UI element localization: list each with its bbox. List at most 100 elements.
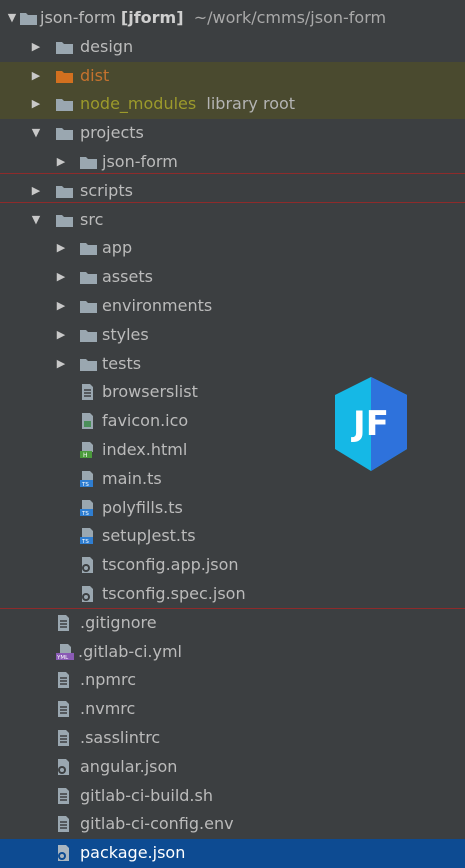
- folder-icon: [80, 156, 97, 169]
- folder-icon: [56, 98, 73, 112]
- text-file-icon: [56, 729, 71, 746]
- svg-text:TS: TS: [81, 539, 89, 544]
- item-label: angular.json: [80, 756, 178, 776]
- item-label: browserslist: [102, 382, 198, 402]
- item-label: .nvmrc: [80, 699, 136, 719]
- collapsed-arrow-icon[interactable]: ▶: [30, 90, 42, 119]
- json-config-file-icon: [56, 845, 71, 862]
- tree-item-sasslintrc[interactable]: .sasslintrc: [0, 724, 465, 753]
- expanded-arrow-icon[interactable]: ▼: [6, 4, 18, 33]
- root-label: json-form [jform] ~/work/cmms/json-form: [40, 4, 386, 33]
- typescript-file-icon: TS: [80, 528, 95, 545]
- tree-item-gitlab-ci[interactable]: YML .gitlab-ci.yml: [0, 638, 465, 667]
- item-label: main.ts: [102, 468, 162, 488]
- yaml-file-icon: YML: [56, 643, 74, 660]
- tree-item-dist[interactable]: ▶ dist: [0, 61, 465, 91]
- folder-icon: [20, 12, 37, 25]
- tree-item-angular-json[interactable]: angular.json: [0, 753, 465, 782]
- collapsed-arrow-icon[interactable]: ▶: [55, 350, 67, 379]
- tree-item-src[interactable]: ▼ src: [0, 206, 465, 235]
- item-label: .sasslintrc: [80, 727, 161, 747]
- folder-icon: [56, 185, 73, 198]
- folder-icon: [80, 242, 97, 256]
- item-label: tsconfig.spec.json: [102, 583, 246, 603]
- json-config-file-icon: [80, 557, 95, 574]
- excluded-folder-icon: [56, 70, 73, 83]
- item-label: design: [80, 36, 134, 56]
- item-label: environments: [102, 295, 213, 315]
- item-label: .npmrc: [80, 670, 136, 690]
- tree-item-environments[interactable]: ▶ environments: [0, 292, 465, 321]
- separator-line: [0, 608, 465, 609]
- image-file-icon: [80, 413, 95, 430]
- tree-item-polyfills-ts[interactable]: TS polyfills.ts: [0, 494, 465, 523]
- item-label: tsconfig.app.json: [102, 555, 239, 575]
- item-label: tests: [102, 353, 142, 373]
- tree-item-gitignore[interactable]: .gitignore: [0, 609, 465, 638]
- tree-item-ci-build[interactable]: gitlab-ci-build.sh: [0, 782, 465, 811]
- root-module: [jform]: [120, 8, 184, 27]
- item-label: app: [102, 238, 133, 258]
- collapsed-arrow-icon[interactable]: ▶: [55, 321, 67, 350]
- expanded-arrow-icon[interactable]: ▼: [30, 206, 42, 235]
- tree-item-setupjest-ts[interactable]: TS setupJest.ts: [0, 522, 465, 551]
- json-config-file-icon: [80, 585, 95, 602]
- html-file-icon: H: [80, 441, 95, 458]
- text-file-icon: [80, 384, 95, 401]
- root-path: ~/work/cmms/json-form: [193, 8, 387, 27]
- item-label: styles: [102, 324, 149, 344]
- item-label: setupJest.ts: [102, 526, 196, 546]
- folder-icon: [56, 214, 73, 227]
- item-label: .gitlab-ci.yml: [78, 641, 182, 661]
- tree-item-npmrc[interactable]: .npmrc: [0, 666, 465, 695]
- tree-item-styles[interactable]: ▶ styles: [0, 321, 465, 350]
- root-name: json-form: [40, 8, 116, 27]
- logo-text: JF: [351, 404, 389, 444]
- collapsed-arrow-icon[interactable]: ▶: [30, 62, 42, 91]
- separator-line: [0, 173, 465, 174]
- item-label: package.json: [80, 843, 186, 863]
- item-label: gitlab-ci-build.sh: [80, 785, 213, 805]
- item-label: projects: [80, 123, 144, 143]
- item-label: polyfills.ts: [102, 497, 183, 517]
- folder-icon: [80, 300, 97, 313]
- folder-icon: [80, 271, 97, 285]
- item-label: node_modules: [80, 94, 197, 114]
- svg-text:YML: YML: [56, 655, 69, 660]
- tree-item-projects[interactable]: ▼ projects: [0, 119, 465, 148]
- svg-text:TS: TS: [81, 482, 89, 487]
- folder-icon: [80, 358, 97, 371]
- item-label: src: [80, 209, 104, 229]
- collapsed-arrow-icon[interactable]: ▶: [55, 292, 67, 321]
- tree-item-assets[interactable]: ▶ assets: [0, 263, 465, 292]
- tree-item-tests[interactable]: ▶ tests: [0, 350, 465, 379]
- tree-root-json-form[interactable]: ▼ json-form [jform] ~/work/cmms/json-for…: [0, 4, 465, 33]
- folder-icon: [80, 329, 97, 342]
- tree-item-node-modules[interactable]: ▶ node_modules library root: [0, 90, 465, 120]
- item-label: gitlab-ci-config.env: [80, 814, 234, 834]
- folder-icon: [56, 127, 73, 141]
- tree-item-tsconfig-spec[interactable]: tsconfig.spec.json: [0, 580, 465, 609]
- library-root-note: library root: [206, 94, 296, 114]
- jf-logo: JF: [335, 377, 407, 471]
- tree-item-nvmrc[interactable]: .nvmrc: [0, 695, 465, 724]
- item-label: assets: [102, 267, 153, 287]
- item-label: favicon.ico: [102, 411, 189, 431]
- text-file-icon: [56, 816, 71, 833]
- expanded-arrow-icon[interactable]: ▼: [30, 119, 42, 148]
- collapsed-arrow-icon[interactable]: ▶: [30, 33, 42, 62]
- item-label: index.html: [102, 439, 188, 459]
- item-label-group: node_modules library root: [80, 90, 295, 119]
- collapsed-arrow-icon[interactable]: ▶: [55, 234, 67, 263]
- collapsed-arrow-icon[interactable]: ▶: [55, 263, 67, 292]
- svg-text:H: H: [83, 452, 88, 458]
- text-file-icon: [56, 614, 71, 631]
- tree-item-app[interactable]: ▶ app: [0, 234, 465, 263]
- text-file-icon: [56, 672, 71, 689]
- tree-item-tsconfig-app[interactable]: tsconfig.app.json: [0, 551, 465, 580]
- tree-item-package-json[interactable]: package.json: [0, 839, 465, 868]
- separator-line: [0, 202, 465, 203]
- item-label: dist: [80, 65, 110, 85]
- tree-item-design[interactable]: ▶ design: [0, 33, 465, 62]
- tree-item-ci-config[interactable]: gitlab-ci-config.env: [0, 810, 465, 839]
